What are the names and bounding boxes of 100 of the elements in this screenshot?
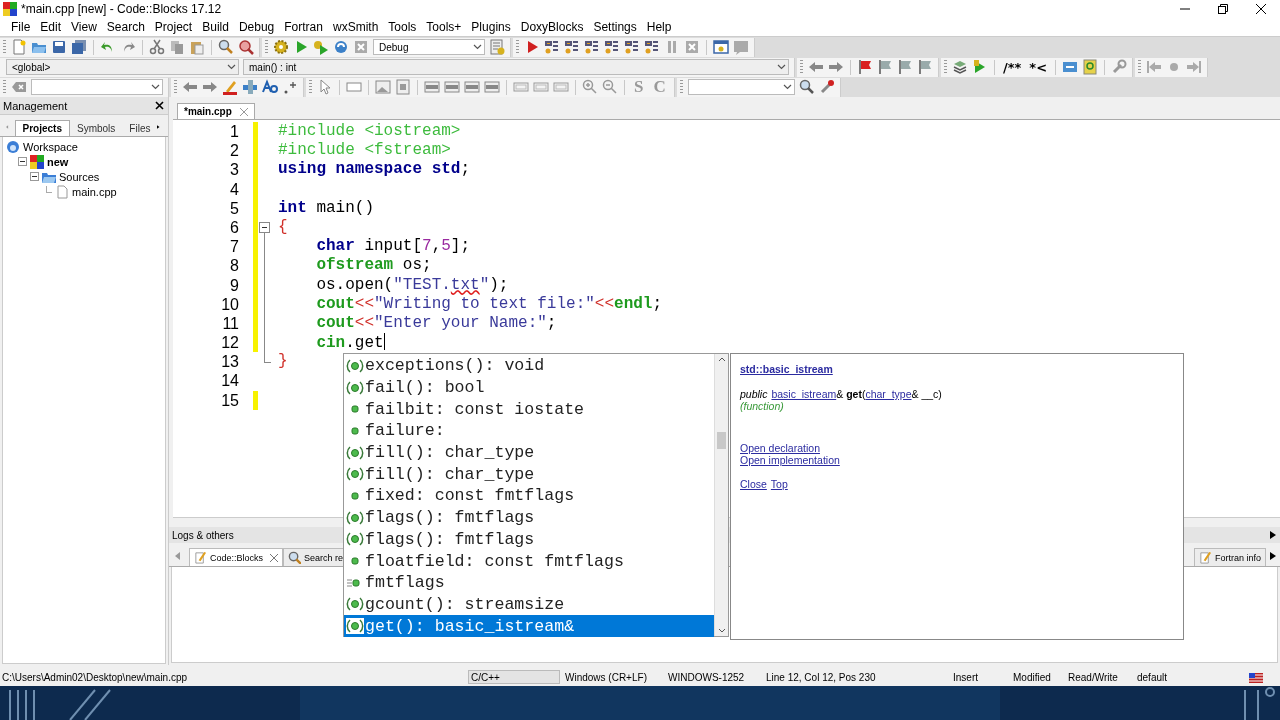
collapse-icon[interactable] bbox=[18, 157, 27, 166]
completion-item[interactable]: fail(): bool bbox=[344, 376, 714, 399]
completion-item[interactable]: fmtflags bbox=[344, 571, 714, 594]
scroll-right-icon[interactable] bbox=[1270, 531, 1276, 539]
debug-step-icon[interactable] bbox=[644, 39, 660, 55]
panel-tab[interactable]: Projects bbox=[14, 120, 70, 136]
gear-icon[interactable] bbox=[273, 39, 289, 55]
completion-item[interactable]: floatfield: const fmtflags bbox=[344, 550, 714, 572]
pointer-icon[interactable] bbox=[317, 79, 333, 95]
menu-item[interactable]: Fortran bbox=[279, 20, 328, 34]
panel-tab[interactable]: Files bbox=[122, 121, 158, 136]
menu-item[interactable]: Settings bbox=[588, 20, 642, 34]
menu-item[interactable]: Debug bbox=[233, 20, 280, 34]
debug-step-icon[interactable] bbox=[624, 39, 640, 55]
completion-item[interactable]: flags(): fmtflags bbox=[344, 506, 714, 529]
menu-item[interactable]: wxSmith bbox=[327, 20, 384, 34]
bookmark-flag-icon[interactable] bbox=[857, 59, 873, 75]
highlight-icon[interactable] bbox=[222, 79, 238, 95]
completion-item[interactable]: failbit: const iostate bbox=[344, 398, 714, 421]
new-file-icon[interactable] bbox=[11, 39, 27, 55]
cut-icon[interactable] bbox=[149, 39, 165, 55]
bookmark-flag-icon[interactable] bbox=[877, 59, 893, 75]
forward-arrow-icon[interactable] bbox=[828, 59, 844, 75]
chevron-down-icon[interactable] bbox=[151, 84, 160, 90]
paste-icon[interactable] bbox=[189, 39, 205, 55]
image-icon[interactable] bbox=[395, 79, 411, 95]
first-arrow-icon[interactable] bbox=[1146, 59, 1163, 75]
menu-item[interactable]: DoxyBlocks bbox=[515, 20, 589, 34]
help-file-icon[interactable] bbox=[1082, 59, 1099, 75]
debug-step-icon[interactable] bbox=[564, 39, 580, 55]
debug-window-icon[interactable] bbox=[713, 39, 729, 55]
last-arrow-icon[interactable] bbox=[1186, 59, 1203, 75]
layout-icon[interactable] bbox=[464, 79, 480, 95]
menu-item[interactable]: File bbox=[6, 20, 36, 34]
clear-tag-icon[interactable] bbox=[11, 79, 27, 95]
rebuild-icon[interactable] bbox=[333, 39, 349, 55]
back-arrow-icon[interactable] bbox=[182, 79, 198, 95]
completion-item[interactable]: gcount(): streamsize bbox=[344, 593, 714, 616]
comment-button[interactable]: *< bbox=[1029, 59, 1048, 75]
match-case-icon[interactable] bbox=[262, 79, 278, 95]
menu-item[interactable]: Edit bbox=[35, 20, 67, 34]
tree-item[interactable]: Sources bbox=[59, 170, 100, 183]
abort-icon[interactable] bbox=[684, 39, 700, 55]
completion-item[interactable]: get(): basic_istream& bbox=[344, 615, 714, 637]
scroll-up-icon[interactable] bbox=[717, 357, 726, 362]
scroll-down-icon[interactable] bbox=[717, 628, 726, 633]
target-options-icon[interactable] bbox=[489, 39, 505, 55]
stack-icon[interactable] bbox=[952, 59, 968, 75]
completion-item[interactable]: exceptions(): void bbox=[344, 355, 714, 377]
search-icon[interactable] bbox=[218, 39, 234, 55]
tree-item[interactable]: new bbox=[47, 155, 69, 168]
menu-item[interactable]: Help bbox=[641, 20, 677, 34]
comment-button[interactable]: /** bbox=[1003, 59, 1022, 75]
find-replace-icon[interactable] bbox=[238, 39, 254, 55]
dropdown[interactable]: main() : int bbox=[243, 59, 789, 75]
layout-icon[interactable] bbox=[424, 79, 440, 95]
doc-link[interactable]: Top bbox=[770, 478, 788, 490]
bookmark-flag-icon[interactable] bbox=[917, 59, 933, 75]
completion-item[interactable]: fill(): char_type bbox=[344, 441, 714, 464]
debug-step-icon[interactable] bbox=[544, 39, 560, 55]
menu-item[interactable]: Tools bbox=[383, 20, 422, 34]
chevron-down-icon[interactable] bbox=[782, 84, 792, 90]
completion-item[interactable]: flags(): fmtflags bbox=[344, 528, 714, 551]
tools-icon[interactable] bbox=[818, 79, 835, 95]
menu-item[interactable]: Plugins bbox=[466, 20, 516, 34]
scroll-left-icon[interactable] bbox=[175, 552, 181, 560]
tree-item[interactable]: main.cpp bbox=[72, 185, 117, 198]
forward-arrow-icon[interactable] bbox=[202, 79, 218, 95]
scrollbar[interactable] bbox=[714, 354, 728, 636]
doc-link[interactable]: Open declaration bbox=[740, 442, 820, 454]
scroll-thumb[interactable] bbox=[717, 431, 726, 449]
completion-item[interactable]: fixed: const fmtflags bbox=[344, 485, 714, 507]
save-all-icon[interactable] bbox=[71, 39, 87, 55]
zoom-in-icon[interactable] bbox=[582, 79, 598, 95]
chevron-down-icon[interactable] bbox=[227, 64, 236, 70]
doc-link[interactable]: Open implementation bbox=[740, 454, 840, 466]
collapse-icon[interactable] bbox=[259, 221, 270, 233]
regex-icon[interactable] bbox=[282, 79, 298, 95]
tree-item[interactable]: Workspace bbox=[23, 140, 78, 153]
scroll-right-icon[interactable] bbox=[1270, 552, 1276, 560]
selection-icon[interactable] bbox=[242, 79, 258, 95]
menu-item[interactable]: Project bbox=[149, 20, 198, 34]
abort-icon[interactable] bbox=[353, 39, 369, 55]
log-tab[interactable]: Search re bbox=[283, 548, 344, 566]
zoom-out-icon[interactable] bbox=[602, 79, 618, 95]
log-tab[interactable]: Code::Blocks bbox=[189, 548, 284, 566]
log-tab[interactable]: Fortran info bbox=[1193, 548, 1266, 566]
chevron-down-icon[interactable] bbox=[777, 64, 786, 70]
close-icon[interactable] bbox=[155, 101, 164, 110]
build-run-icon[interactable] bbox=[313, 39, 329, 55]
doc-link[interactable]: Close bbox=[740, 478, 767, 490]
menu-item[interactable]: View bbox=[66, 20, 102, 34]
save-icon[interactable] bbox=[51, 39, 67, 55]
collapse-icon[interactable] bbox=[30, 172, 39, 181]
image-icon[interactable] bbox=[375, 79, 391, 95]
wrench-icon[interactable] bbox=[1111, 59, 1128, 75]
copy-icon[interactable] bbox=[169, 39, 185, 55]
debug-step-icon[interactable] bbox=[604, 39, 620, 55]
editor-tab[interactable]: *main.cpp bbox=[177, 103, 255, 119]
scope-link[interactable]: std::basic_istream bbox=[740, 363, 833, 375]
